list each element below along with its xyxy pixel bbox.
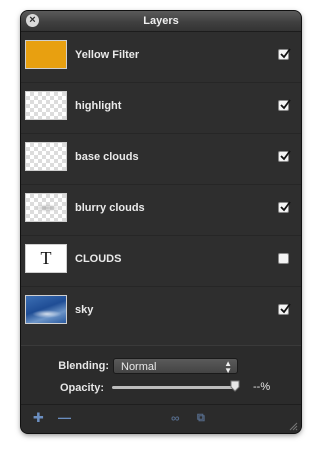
layer-row[interactable]: base clouds [21,134,301,185]
minus-icon[interactable]: — [58,411,71,425]
layer-name: base clouds [75,151,139,163]
layer-name: CLOUDS [75,253,122,265]
link-icon[interactable]: ∞ [171,411,180,425]
plus-icon[interactable]: ✚ [33,411,44,425]
blending-select[interactable]: Normal ▲ ▼ [113,358,238,375]
close-icon[interactable]: × [26,14,39,27]
resize-grip-icon[interactable] [289,422,298,431]
checkmark-icon [280,201,291,212]
layer-row[interactable]: T CLOUDS [21,236,301,287]
layer-thumbnail [25,142,67,171]
layer-row[interactable]: blurry clouds [21,185,301,236]
layer-row[interactable]: sky [21,287,301,337]
blending-value: Normal [121,361,157,373]
layer-thumbnail [25,91,67,120]
layer-controls: Blending: Normal ▲ ▼ Opacity: --% [21,345,301,404]
layer-thumbnail [25,40,67,69]
checkmark-icon [280,99,291,110]
merge-icon[interactable]: ⧉ [197,411,205,425]
blending-label: Blending: [58,360,109,372]
layer-name: sky [75,304,94,316]
checkmark-icon [280,48,291,59]
visibility-checkbox[interactable] [278,48,291,60]
layer-list: Yellow Filter highlight base clouds blur… [21,32,301,337]
visibility-checkbox[interactable] [278,99,291,111]
visibility-checkbox[interactable] [278,253,289,264]
layer-thumbnail: T [25,244,67,273]
visibility-checkbox[interactable] [278,201,291,213]
layer-row[interactable]: Yellow Filter [21,32,301,83]
text-layer-icon: T [40,248,52,268]
up-down-arrows-icon: ▲ ▼ [224,359,232,375]
slider-thumb[interactable] [230,380,240,392]
checkmark-icon [280,150,291,161]
title-bar[interactable]: × Layers [21,11,301,32]
bottom-toolbar: ✚ — ∞ ⧉ [21,404,301,433]
cloud-smudge [34,204,60,212]
layer-thumbnail [25,193,67,222]
sky-cloud [32,310,62,318]
visibility-checkbox[interactable] [278,303,291,315]
layer-name: highlight [75,100,122,112]
opacity-value: --% [253,381,271,393]
checkmark-icon [280,303,291,314]
layers-panel: × Layers Yellow Filter highlight base cl… [21,11,301,433]
opacity-label: Opacity: [59,382,104,394]
layer-name: Yellow Filter [75,49,140,61]
opacity-slider[interactable] [112,386,238,389]
layer-thumbnail [25,295,67,324]
layer-row[interactable]: highlight [21,83,301,134]
layer-name: blurry clouds [75,202,145,214]
visibility-checkbox[interactable] [278,150,291,162]
window-title: Layers [143,15,179,27]
